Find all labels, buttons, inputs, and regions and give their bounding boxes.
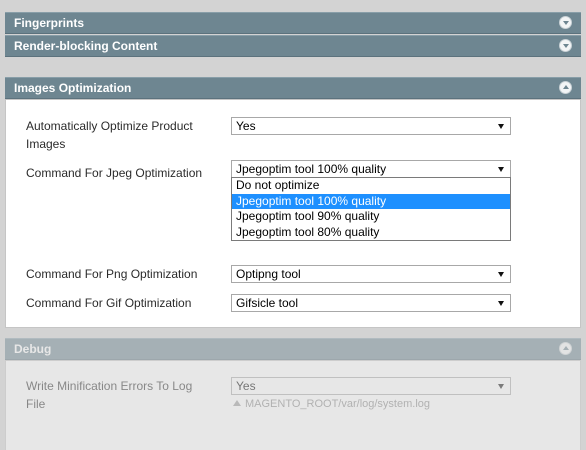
write-errors-label: Write Minification Errors To Log File — [26, 379, 193, 411]
log-path-text: MAGENTO_ROOT/var/log/system.log — [245, 398, 431, 410]
debug-section-header[interactable]: Debug — [5, 338, 581, 360]
auto-optimize-value: Yes — [236, 119, 256, 133]
jpeg-option[interactable]: Do not optimize — [232, 178, 510, 194]
images-optimization-section-header[interactable]: Images Optimization — [5, 77, 581, 99]
auto-optimize-label: Automatically Optimize Product Images — [26, 119, 193, 151]
jpeg-optimization-value: Jpegoptim tool 100% quality — [236, 162, 387, 176]
render-blocking-section-header[interactable]: Render-blocking Content — [5, 35, 581, 57]
expand-chevron-icon[interactable] — [559, 16, 572, 29]
fingerprints-title: Fingerprints — [14, 16, 85, 30]
jpeg-option[interactable]: Jpegoptim tool 90% quality — [232, 209, 510, 225]
jpeg-option[interactable]: Jpegoptim tool 80% quality — [232, 225, 510, 241]
jpeg-option-highlighted[interactable]: Jpegoptim tool 100% quality — [232, 193, 510, 209]
png-optimization-label: Command For Png Optimization — [26, 267, 198, 281]
png-optimization-select[interactable]: Optipng tool — [231, 265, 511, 283]
dropdown-arrow-icon — [498, 167, 504, 172]
warning-triangle-icon — [233, 400, 241, 406]
gif-optimization-value: Gifsicle tool — [236, 296, 299, 310]
images-optimization-title: Images Optimization — [14, 81, 132, 95]
jpeg-optimization-label: Command For Jpeg Optimization — [26, 166, 203, 180]
collapse-chevron-icon[interactable] — [559, 81, 572, 94]
dropdown-arrow-icon — [498, 272, 504, 277]
write-errors-value: Yes — [236, 379, 256, 393]
write-errors-select[interactable]: Yes — [231, 377, 511, 395]
auto-optimize-select[interactable]: Yes — [231, 117, 511, 135]
expand-chevron-icon[interactable] — [559, 39, 572, 52]
debug-title: Debug — [14, 342, 52, 356]
jpeg-optimization-select[interactable]: Jpegoptim tool 100% quality — [231, 160, 511, 178]
render-blocking-title: Render-blocking Content — [14, 39, 158, 53]
log-path-note: MAGENTO_ROOT/var/log/system.log — [233, 398, 430, 410]
png-optimization-value: Optipng tool — [236, 267, 301, 281]
collapse-chevron-icon[interactable] — [559, 342, 572, 355]
jpeg-options-dropdown: Do not optimize Jpegoptim tool 100% qual… — [231, 177, 511, 241]
dropdown-arrow-icon — [498, 301, 504, 306]
dropdown-arrow-icon — [498, 124, 504, 129]
fingerprints-section-header[interactable]: Fingerprints — [5, 12, 581, 34]
gif-optimization-label: Command For Gif Optimization — [26, 296, 192, 310]
gif-optimization-select[interactable]: Gifsicle tool — [231, 294, 511, 312]
dropdown-arrow-icon — [498, 384, 504, 389]
